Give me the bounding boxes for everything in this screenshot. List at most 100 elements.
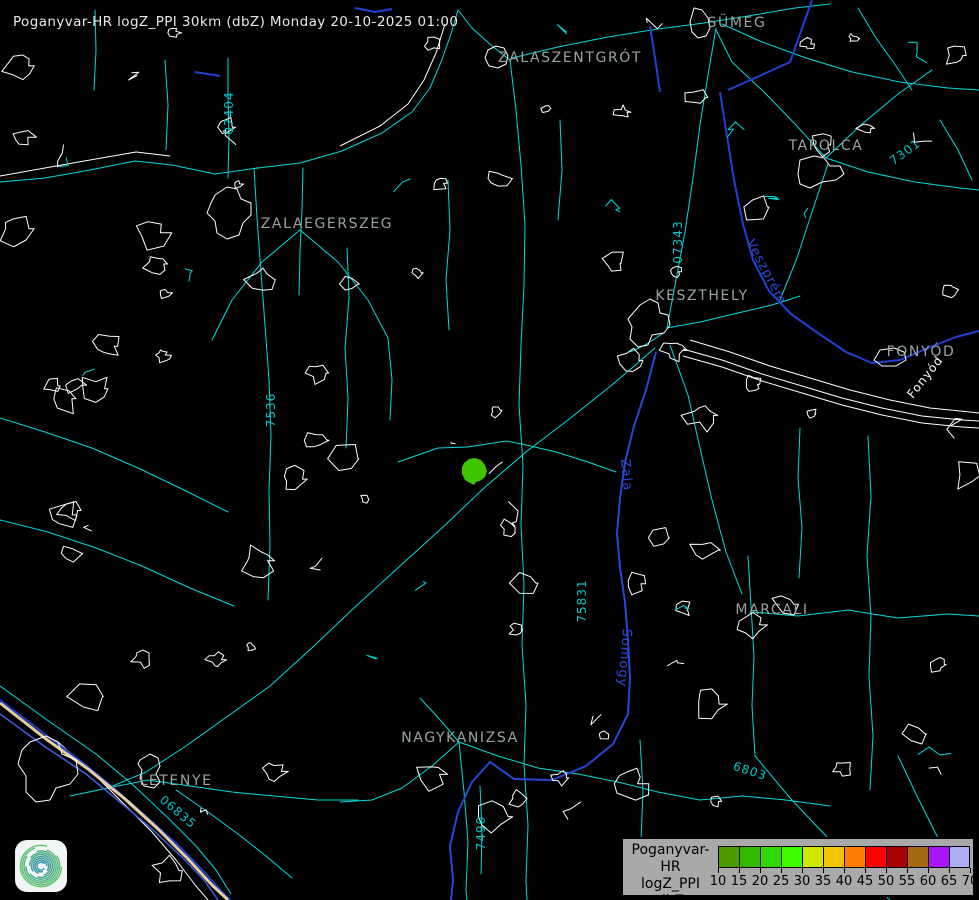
settlement-outline — [628, 572, 645, 594]
settlement-outline — [551, 771, 569, 786]
swirl-arc — [15, 840, 67, 892]
settlement-outline — [699, 689, 728, 719]
city-label: FONYÓD — [887, 344, 956, 360]
legend-color-swatch — [739, 846, 760, 868]
settlement-outline — [136, 222, 171, 251]
settlement-outline — [156, 350, 172, 363]
settlement-outline — [690, 543, 721, 560]
settlement-outline — [599, 731, 609, 739]
map-line-fragment — [83, 369, 95, 375]
map-line-fragment — [646, 18, 662, 29]
road-number-label: 07404 — [222, 91, 236, 134]
legend-tick-mark — [970, 868, 971, 873]
city-label: KESZTHELY — [655, 288, 748, 304]
settlement-outline — [143, 257, 168, 275]
legend-color-swatch — [760, 846, 781, 868]
settlement-outline — [412, 268, 423, 278]
legend-color-swatch — [928, 846, 949, 868]
legend-color-swatch — [718, 846, 739, 868]
map-line-fragment — [947, 418, 962, 438]
legend-tick-mark — [886, 868, 887, 873]
settlement-outline — [746, 375, 761, 391]
settlement-outline — [434, 178, 448, 189]
settlement-outline — [425, 37, 440, 50]
settlement-outline — [160, 290, 172, 299]
radar-map-view: Poganyvar-HR logZ_PPI 30km (dbZ) Monday … — [0, 0, 979, 900]
road-number-label: 75831 — [575, 579, 589, 622]
rivers-layer — [0, 0, 979, 900]
map-line-fragment — [489, 462, 503, 474]
map-line-fragment — [667, 660, 684, 666]
settlement-outline — [509, 623, 522, 635]
legend-tick-mark — [802, 868, 803, 873]
railways-layer — [0, 24, 979, 900]
road-number-label: 07343 — [671, 220, 685, 263]
map-line-fragment — [727, 122, 744, 137]
settlement-outline — [262, 763, 288, 781]
map-line-fragment — [918, 747, 951, 755]
settlement-outline — [614, 768, 648, 800]
legend-tick-label: 55 — [899, 874, 916, 889]
settlement-outline — [931, 658, 947, 673]
legend-color-swatch — [781, 846, 802, 868]
map-line-fragment — [606, 200, 620, 212]
map-line-fragment — [804, 208, 808, 217]
map-line-fragment — [58, 145, 64, 168]
settlement-outline — [902, 724, 926, 744]
met-service-logo — [15, 840, 67, 892]
legend-product-label: logZ_PPI — [623, 876, 718, 893]
settlement-outline — [488, 171, 512, 186]
settlement-outline — [247, 643, 256, 651]
city-label: MARCALI — [735, 602, 808, 618]
settlement-outline — [235, 181, 244, 189]
swirl-arc — [29, 854, 53, 878]
legend-tick-label: 65 — [941, 874, 958, 889]
legend-tick-label: 20 — [752, 874, 769, 889]
settlement-outline — [152, 855, 182, 882]
swirl-arc — [34, 859, 48, 873]
legend-tick-mark — [781, 868, 782, 873]
settlement-outline — [849, 34, 860, 42]
settlement-outline — [541, 106, 551, 113]
settlement-outline — [648, 528, 669, 547]
image-title: Poganyvar-HR logZ_PPI 30km (dbZ) Monday … — [13, 14, 458, 30]
legend-tick-label: 35 — [815, 874, 832, 889]
settlement-outline — [744, 196, 769, 220]
legend-unit-label: dbZ — [623, 893, 718, 900]
settlement-outline — [958, 462, 979, 489]
settlement-outline — [602, 252, 623, 271]
legend-tick-scale: 10152025303540455055606570 — [718, 868, 972, 894]
legend-color-swatch — [949, 846, 970, 868]
legend-tick-mark — [865, 868, 866, 873]
legend-tick-mark — [718, 868, 719, 873]
legend-panel: Poganyvar-HR logZ_PPI dbZ 10152025303540… — [621, 837, 975, 897]
settlement-outline — [361, 495, 369, 503]
city-label: ZALASZENTGRÓT — [498, 50, 642, 66]
settlement-outline — [67, 684, 104, 711]
map-line-fragment — [84, 525, 92, 531]
legend-tick-label: 15 — [731, 874, 748, 889]
map-line-fragment — [929, 767, 942, 775]
settlement-outline — [305, 365, 328, 384]
map-line-fragment — [415, 582, 426, 591]
legend-color-swatch — [844, 846, 865, 868]
map-line-fragment — [765, 197, 779, 200]
settlement-outline — [61, 546, 83, 562]
map-line-fragment — [451, 442, 456, 444]
map-line-fragment — [563, 802, 581, 820]
legend-tick-label: 30 — [794, 874, 811, 889]
settlement-outline — [82, 377, 108, 402]
map-line-fragment — [675, 605, 689, 610]
road-number-label: 7536 — [264, 393, 278, 428]
map-line-fragment — [557, 25, 566, 34]
legend-tick-label: 40 — [836, 874, 853, 889]
legend-tick-label: 45 — [857, 874, 874, 889]
radar-echo — [462, 458, 487, 485]
city-label: NAGYKANIZSA — [401, 730, 519, 746]
city-label: TAPOLCA — [789, 138, 864, 154]
legend-tick-mark — [760, 868, 761, 873]
legend-color-swatch — [907, 846, 928, 868]
settlement-outline — [659, 343, 687, 362]
map-line-fragment — [185, 269, 192, 281]
city-label: ZALAEGERSZEG — [261, 216, 394, 232]
